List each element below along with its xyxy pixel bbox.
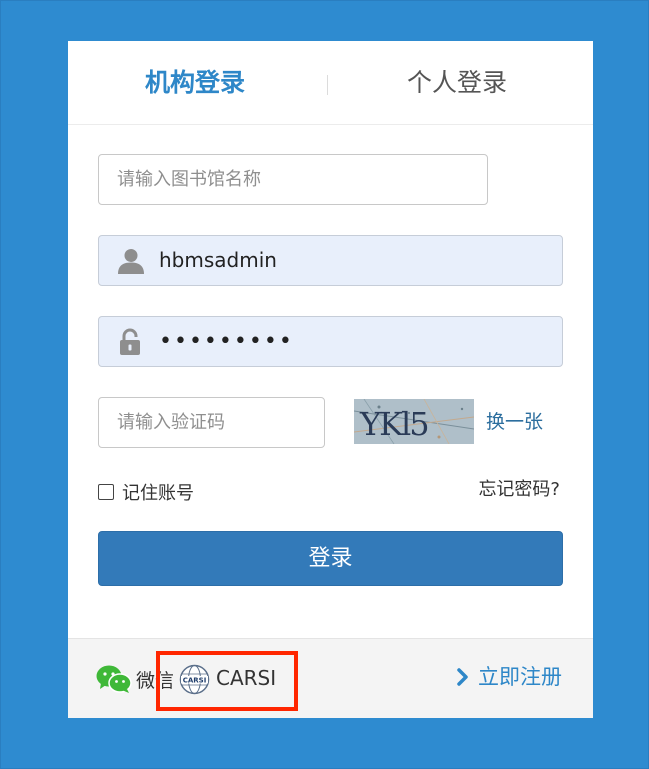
tab-divider: [327, 75, 328, 95]
wechat-label[interactable]: 微信: [136, 668, 174, 694]
forgot-password-link[interactable]: 忘记密码?: [478, 478, 560, 502]
remember-label: 记住账号: [122, 483, 194, 504]
refresh-captcha-link[interactable]: 换一张: [486, 408, 543, 436]
carsi-label[interactable]: CARSI: [216, 664, 276, 692]
library-name-input[interactable]: [98, 154, 488, 205]
captcha-image[interactable]: YKl5: [354, 399, 474, 444]
remember-account[interactable]: 记住账号: [98, 480, 194, 504]
captcha-input[interactable]: [98, 397, 325, 448]
captcha-text: YKl5: [359, 405, 428, 443]
password-value: •••••••••: [159, 329, 294, 354]
remember-checkbox[interactable]: [98, 484, 114, 500]
wechat-icon[interactable]: [96, 664, 132, 694]
user-icon: [118, 249, 144, 274]
login-panel: 机构登录 个人登录 hbmsadmin ••••••••• YKl5 换一张: [68, 41, 593, 718]
password-field[interactable]: •••••••••: [98, 316, 563, 367]
username-field[interactable]: hbmsadmin: [98, 235, 563, 286]
lock-icon: [120, 328, 140, 355]
carsi-logo-icon[interactable]: CARSI: [179, 664, 210, 695]
tab-org-login[interactable]: 机构登录: [145, 66, 245, 100]
tab-personal-login[interactable]: 个人登录: [407, 66, 507, 100]
chevron-right-icon: [457, 668, 468, 686]
register-link[interactable]: 立即注册: [456, 663, 562, 691]
login-button[interactable]: 登录: [98, 531, 563, 586]
carsi-logo-text: CARSI: [183, 677, 207, 685]
register-label: 立即注册: [478, 665, 562, 689]
username-value: hbmsadmin: [159, 248, 277, 272]
login-footer: 微信 CARSI CARSI 立即注册: [68, 638, 593, 718]
login-tabs: 机构登录 个人登录: [68, 41, 593, 125]
